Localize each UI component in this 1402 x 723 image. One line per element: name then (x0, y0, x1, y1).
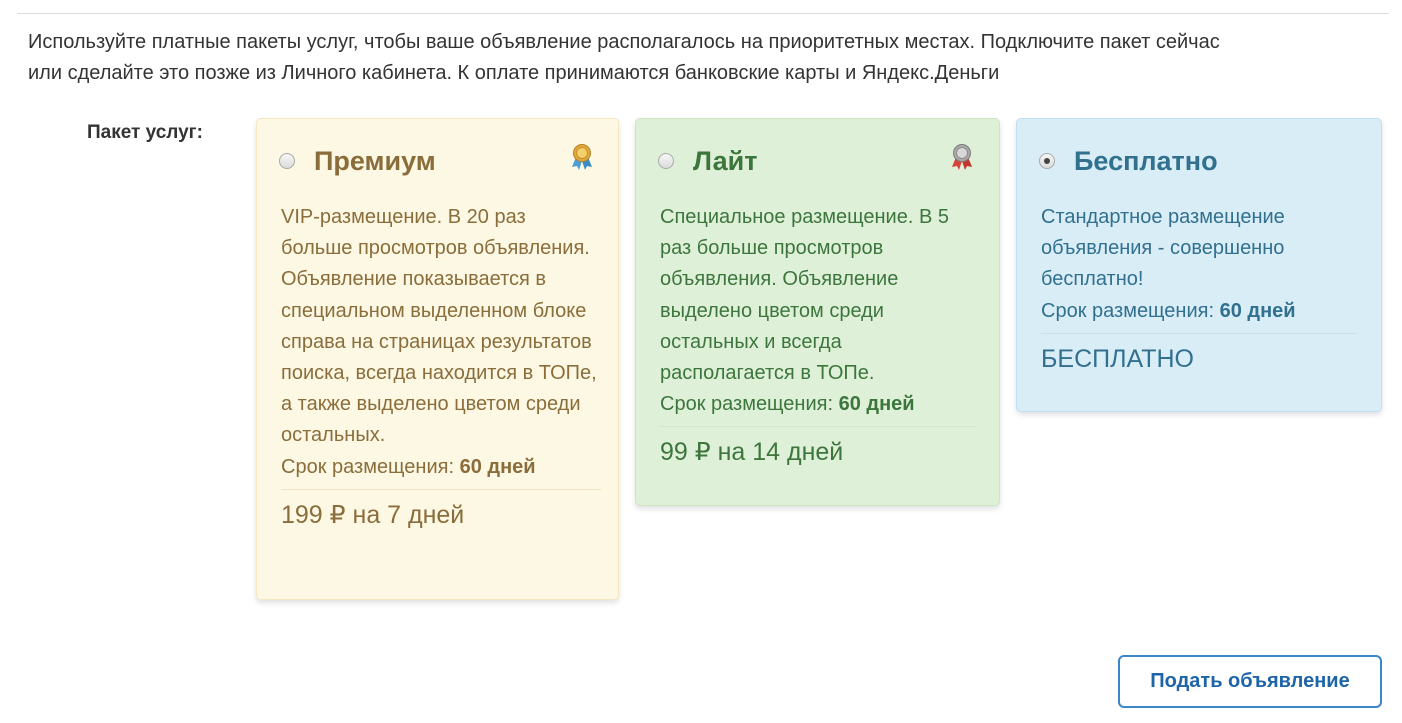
package-term: Срок размещения: 60 дней (281, 452, 601, 483)
package-label: Пакет услуг: (87, 122, 203, 143)
intro-text: Используйте платные пакеты услуг, чтобы … (28, 27, 1388, 89)
term-value: 60 дней (1219, 299, 1296, 322)
package-term: Срок размещения: 60 дней (660, 389, 976, 420)
package-radio-premium[interactable] (279, 153, 295, 169)
package-description: Стандартное размещение объявления - сове… (1041, 206, 1285, 291)
package-body-free: Стандартное размещение объявления - сове… (1041, 202, 1357, 374)
package-body-lite: Специальное размещение. В 5 раз больше п… (660, 202, 976, 467)
package-radio-lite[interactable] (658, 153, 674, 169)
package-card-lite[interactable]: Лайт Специальное размещение. В 5 раз бол… (635, 118, 1000, 506)
price-divider (1041, 332, 1357, 334)
intro-line-2: или сделайте это позже из Личного кабине… (28, 62, 1000, 84)
award-ribbon-silver-icon (952, 144, 972, 170)
term-label: Срок размещения: (1041, 299, 1215, 322)
price-divider (281, 488, 601, 490)
package-title-free: Бесплатно (1074, 146, 1218, 176)
package-title-premium: Премиум (314, 146, 436, 176)
package-price: 199 ₽ на 7 дней (281, 500, 465, 529)
package-radio-free[interactable] (1039, 153, 1055, 169)
package-card-header: Лайт (658, 144, 757, 178)
term-label: Срок размещения: (660, 393, 834, 416)
package-price: БЕСПЛАТНО (1041, 344, 1195, 373)
intro-line-1: Используйте платные пакеты услуг, чтобы … (28, 31, 1220, 53)
package-description: VIP-размещение. В 20 раз больше просмотр… (281, 206, 597, 447)
term-value: 60 дней (459, 455, 536, 478)
price-divider (660, 426, 976, 428)
award-ribbon-gold-icon (572, 144, 592, 170)
term-value: 60 дней (838, 393, 915, 416)
package-card-header: Бесплатно (1039, 144, 1218, 178)
package-title-lite: Лайт (693, 146, 758, 176)
package-body-premium: VIP-размещение. В 20 раз больше просмотр… (281, 202, 601, 530)
package-term: Срок размещения: 60 дней (1041, 296, 1357, 327)
submit-ad-button[interactable]: Подать объявление (1118, 655, 1382, 708)
package-price: 99 ₽ на 14 дней (660, 438, 844, 467)
package-card-premium[interactable]: Премиум VIP-размещение. В 20 раз больше … (256, 118, 619, 600)
package-description: Специальное размещение. В 5 раз больше п… (660, 206, 949, 385)
term-label: Срок размещения: (281, 455, 455, 478)
package-card-free[interactable]: Бесплатно Стандартное размещение объявле… (1016, 118, 1382, 412)
package-card-header: Премиум (279, 144, 436, 178)
top-divider (17, 13, 1389, 14)
